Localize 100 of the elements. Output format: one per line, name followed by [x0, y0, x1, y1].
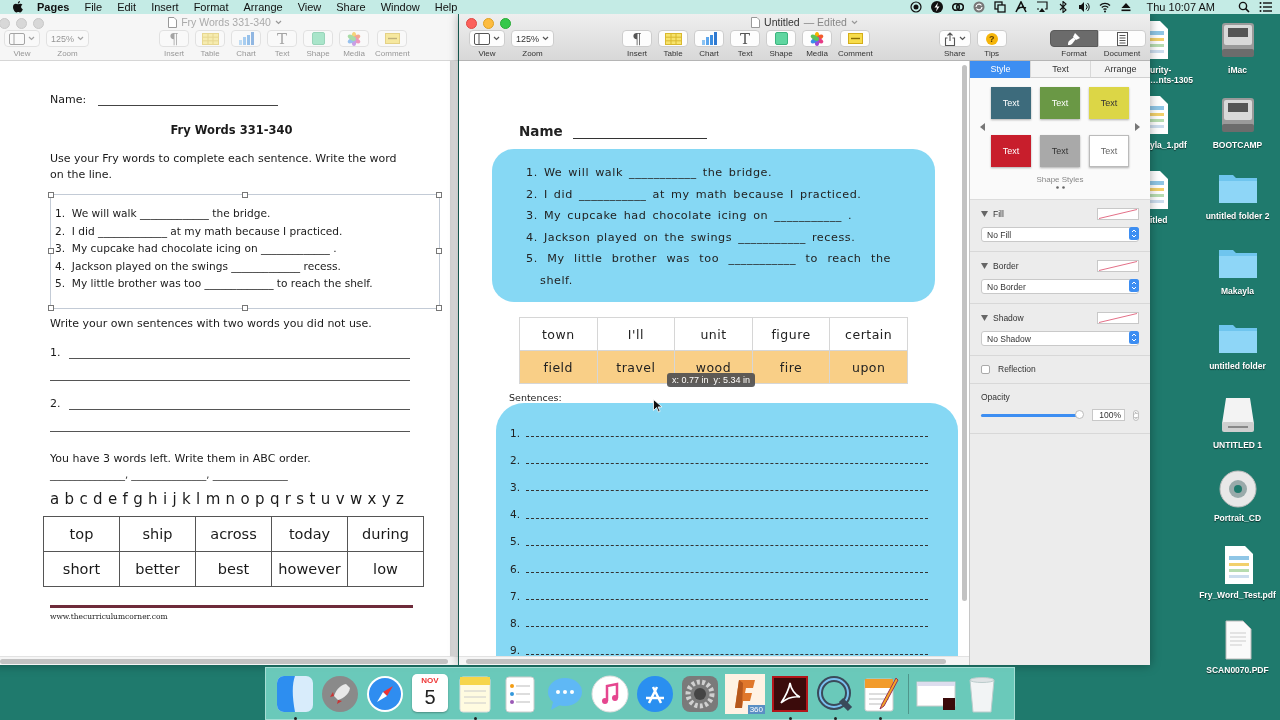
checkbox[interactable]: [981, 364, 990, 374]
word-cell: town: [519, 317, 598, 351]
inspector-tab[interactable]: Text: [1030, 61, 1090, 78]
word-cell: short: [43, 551, 120, 586]
menu-item[interactable]: File: [76, 0, 110, 14]
windows-icon[interactable]: [993, 1, 1006, 13]
menu-item[interactable]: Window: [373, 0, 428, 14]
horizontal-scrollbar[interactable]: [0, 658, 448, 664]
share-icon: [943, 31, 956, 46]
menu-item[interactable]: Edit: [109, 0, 144, 14]
compass-icon[interactable]: [365, 674, 405, 714]
disclosure-triangle-icon[interactable]: [981, 211, 988, 217]
section-label: Fill: [993, 209, 1004, 219]
style-swatch[interactable]: Text: [1089, 135, 1129, 167]
sentence: 4. Jackson played on the swings _____________ recess.: [55, 258, 342, 275]
next-arrow-icon[interactable]: [1135, 123, 1140, 131]
resize-handle[interactable]: [48, 192, 54, 198]
instructions: Use your Fry words to complete each sentence. Write the word on the line.: [50, 151, 398, 183]
color-well[interactable]: [1097, 260, 1139, 272]
opacity-field[interactable]: 100%: [1091, 409, 1126, 421]
photos-icon: [810, 31, 825, 46]
calendar-icon[interactable]: NOV 5: [412, 674, 448, 712]
color-well[interactable]: [1097, 208, 1139, 220]
text-icon: T: [277, 31, 288, 46]
search-icon[interactable]: [1238, 1, 1250, 13]
line-number: 2.: [510, 453, 521, 466]
resize-handle[interactable]: [436, 304, 442, 311]
sync-icon[interactable]: [972, 1, 985, 13]
paragraph-icon: ¶: [632, 31, 642, 46]
icon-label: Makayla: [1220, 286, 1255, 296]
disclosure-triangle-icon[interactable]: [981, 263, 988, 269]
coordinates-tooltip: x: 0.77 in y: 5.34 in: [667, 373, 756, 387]
horizontal-scrollbar[interactable]: [466, 658, 946, 664]
checkbox-label: Reflection: [998, 364, 1036, 374]
ring-icon[interactable]: [815, 674, 855, 714]
eject-icon[interactable]: [1119, 1, 1132, 13]
word-cell: unit: [674, 317, 753, 351]
opacity-label: Opacity: [981, 392, 1011, 402]
window-title[interactable]: Untitled: [764, 16, 800, 28]
word-cell: top: [43, 516, 120, 551]
word-cell: today: [271, 516, 348, 551]
section-label: Border: [993, 261, 1019, 271]
app-menu[interactable]: Pages: [23, 0, 77, 14]
window-controls[interactable]: [466, 18, 511, 29]
menu-item[interactable]: View: [290, 0, 329, 14]
style-select[interactable]: No Border: [981, 279, 1139, 294]
sentence: 5. My little brother was too _____________ to reach the shelf.: [55, 276, 374, 292]
word-cell: best: [195, 551, 272, 586]
disclosure-triangle-icon[interactable]: [981, 315, 988, 321]
list-icon[interactable]: [1259, 1, 1272, 13]
table-icon: [664, 32, 682, 45]
style-swatch[interactable]: Text: [991, 135, 1031, 167]
pdf-reader-icon[interactable]: [770, 674, 810, 714]
rocket-icon[interactable]: [320, 674, 360, 714]
style-select[interactable]: No Fill: [981, 227, 1139, 242]
sidebar-icon: [9, 32, 25, 45]
style-swatch[interactable]: Text: [991, 87, 1031, 119]
airplay-icon[interactable]: [1035, 1, 1048, 13]
icon-label: itled: [1150, 215, 1168, 225]
vertical-scrollbar[interactable]: [962, 65, 967, 601]
previous-arrow-icon[interactable]: [980, 123, 985, 131]
slider-thumb[interactable]: [1074, 410, 1084, 419]
resize-handle[interactable]: [436, 192, 442, 198]
finder-icon[interactable]: [275, 674, 315, 714]
paintbrush-icon: [1067, 31, 1081, 46]
menu-item[interactable]: Help: [427, 0, 465, 14]
app-store-icon[interactable]: [635, 674, 675, 714]
style-swatch[interactable]: Text: [1089, 87, 1129, 119]
photos-icon: [347, 31, 362, 46]
color-well[interactable]: [1097, 312, 1139, 324]
resize-handle[interactable]: [242, 192, 248, 198]
menu-item[interactable]: Format: [186, 0, 236, 14]
bar-chart-icon: [238, 32, 255, 45]
apple-icon[interactable]: [13, 1, 23, 13]
clock[interactable]: Thu 10:07 AM: [1146, 1, 1215, 13]
menu-item[interactable]: Share: [328, 0, 374, 14]
text-icon: T: [740, 31, 751, 46]
selection-frame[interactable]: [50, 194, 440, 309]
page-dots-icon[interactable]: [1055, 186, 1065, 189]
wifi-icon[interactable]: [1098, 1, 1111, 13]
volume-icon[interactable]: [1077, 1, 1090, 13]
gear-icon[interactable]: [680, 674, 720, 714]
resize-handle[interactable]: [48, 248, 54, 255]
sentence: 1. We will walk _____________ the bridge.: [55, 206, 272, 222]
item-number: 1.: [50, 345, 61, 359]
sentence: 1. We will walk ___________ the bridge.: [526, 165, 774, 181]
inspector-tab[interactable]: Arrange: [1090, 61, 1150, 78]
menu-item[interactable]: Insert: [143, 0, 187, 14]
record-icon[interactable]: [909, 1, 922, 13]
calendar-day: 5: [424, 685, 436, 709]
menu-item[interactable]: Arrange: [236, 0, 291, 14]
resize-handle[interactable]: [242, 304, 248, 311]
note-icon: [847, 33, 863, 44]
music-note-icon[interactable]: [590, 674, 630, 714]
style-swatch[interactable]: Text: [1040, 135, 1080, 167]
style-select[interactable]: No Shadow: [981, 331, 1139, 346]
resize-handle[interactable]: [436, 248, 442, 255]
bolt-icon[interactable]: [930, 1, 943, 13]
disc-icon[interactable]: [1217, 469, 1258, 509]
resize-handle[interactable]: [48, 304, 54, 311]
